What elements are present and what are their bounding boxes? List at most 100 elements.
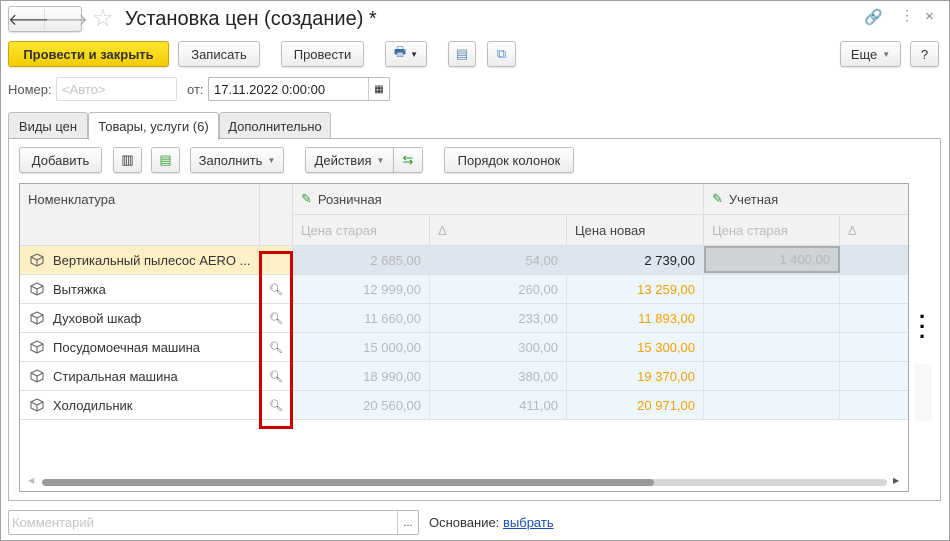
- basis-select-link[interactable]: выбрать: [503, 515, 554, 530]
- acc-old-price-cell[interactable]: 1 400,00: [704, 246, 840, 273]
- tab-additional[interactable]: Дополнительно: [219, 112, 331, 139]
- chevron-down-icon: ▼: [376, 155, 385, 165]
- more-button[interactable]: Еще ▼: [840, 41, 901, 67]
- printer-icon: 🖶: [393, 44, 407, 59]
- table-row[interactable]: Холодильник 🔍︎ 20 560,00 411,00 20 971,00: [20, 391, 908, 420]
- back-button[interactable]: 🡐: [8, 8, 51, 30]
- nomenclature-name: Холодильник: [53, 397, 133, 413]
- new-price-cell[interactable]: 15 300,00: [567, 333, 704, 361]
- link-icon[interactable]: 🔗: [864, 8, 883, 26]
- print-button[interactable]: 🖶 ▼: [385, 41, 427, 67]
- structure-button[interactable]: ⧉: [487, 41, 516, 67]
- nomenclature-cell[interactable]: Духовой шкаф: [20, 304, 260, 332]
- post-button[interactable]: Провести: [281, 41, 364, 67]
- new-price-cell[interactable]: 13 259,00: [567, 275, 704, 303]
- nomenclature-cell[interactable]: Вертикальный пылесос AERO ...: [20, 246, 260, 274]
- chevron-down-icon: ▼: [410, 49, 419, 59]
- acc-delta-cell[interactable]: [840, 275, 908, 303]
- old-price-cell[interactable]: 15 000,00: [293, 333, 430, 361]
- table-row[interactable]: Духовой шкаф 🔍︎ 11 660,00 233,00 11 893,00: [20, 304, 908, 333]
- pick-button[interactable]: ▤: [151, 147, 180, 173]
- tab-price-types[interactable]: Виды цен: [8, 112, 88, 139]
- favorite-star-icon[interactable]: ☆: [92, 4, 114, 33]
- post-and-close-button[interactable]: Провести и закрыть: [8, 41, 169, 67]
- new-price-cell[interactable]: 19 370,00: [567, 362, 704, 390]
- acc-old-price-cell[interactable]: [704, 333, 840, 361]
- list-button[interactable]: ▤: [448, 41, 476, 67]
- table-row[interactable]: Посудомоечная машина 🔍︎ 15 000,00 300,00 15 …: [20, 333, 908, 362]
- actions-button[interactable]: Действия ▼: [305, 147, 394, 173]
- help-button[interactable]: ?: [910, 41, 939, 67]
- old-price-cell[interactable]: 11 660,00: [293, 304, 430, 332]
- new-price-cell[interactable]: 2 739,00: [567, 246, 704, 274]
- comment-placeholder: Комментарий: [12, 515, 94, 530]
- column-header-acc-old-price[interactable]: Цена старая: [704, 215, 840, 246]
- more-vertical-icon[interactable]: · · ·: [919, 306, 926, 348]
- close-icon[interactable]: ×: [925, 8, 934, 25]
- column-header-acc-delta[interactable]: Δ: [840, 215, 908, 246]
- fill-button[interactable]: Заполнить ▼: [190, 147, 284, 173]
- forward-button[interactable]: 🡒: [45, 9, 88, 30]
- nomenclature-cell[interactable]: Посудомоечная машина: [20, 333, 260, 361]
- more-label: Еще: [850, 46, 878, 62]
- number-field[interactable]: <Авто>: [56, 77, 177, 101]
- comment-edit-button[interactable]: ...: [397, 511, 418, 534]
- more-vertical-icon[interactable]: ⋮: [900, 7, 914, 24]
- acc-delta-cell[interactable]: [840, 246, 908, 274]
- table-row[interactable]: Стиральная машина 🔍︎ 18 990,00 380,00 19 370…: [20, 362, 908, 391]
- new-price-cell[interactable]: 11 893,00: [567, 304, 704, 332]
- delta-cell[interactable]: 233,00: [430, 304, 567, 332]
- column-group-retail[interactable]: ✎ Розничная: [293, 184, 704, 215]
- old-price-cell[interactable]: 12 999,00: [293, 275, 430, 303]
- table-row[interactable]: Вытяжка 🔍︎ 12 999,00 260,00 13 259,00: [20, 275, 908, 304]
- scrollbar-thumb[interactable]: [42, 479, 654, 486]
- save-button[interactable]: Записать: [178, 41, 260, 67]
- delta-cell[interactable]: 411,00: [430, 391, 567, 419]
- comment-field[interactable]: Комментарий ...: [8, 510, 419, 535]
- update-prices-button[interactable]: ⇆: [393, 147, 423, 173]
- new-price-cell[interactable]: 20 971,00: [567, 391, 704, 419]
- nomenclature-cell[interactable]: Холодильник: [20, 391, 260, 419]
- refresh-document-icon: ⇆: [402, 152, 414, 167]
- delta-cell[interactable]: 260,00: [430, 275, 567, 303]
- scroll-left-icon[interactable]: ◀: [28, 476, 34, 485]
- scroll-right-icon[interactable]: ▶: [893, 476, 899, 485]
- add-button[interactable]: Добавить: [19, 147, 102, 173]
- barcode-search-button[interactable]: ▥: [113, 147, 142, 173]
- acc-delta-cell[interactable]: [840, 362, 908, 390]
- selection-highlight: [259, 251, 293, 429]
- old-price-cell[interactable]: 20 560,00: [293, 391, 430, 419]
- column-order-button[interactable]: Порядок колонок: [444, 147, 574, 173]
- delta-cell[interactable]: 300,00: [430, 333, 567, 361]
- acc-old-price-cell[interactable]: [704, 304, 840, 332]
- vertical-scroll-track[interactable]: [915, 364, 932, 421]
- acc-delta-cell[interactable]: [840, 304, 908, 332]
- horizontal-scrollbar[interactable]: [42, 479, 887, 486]
- nomenclature-name: Вертикальный пылесос AERO ...: [53, 252, 251, 268]
- delta-cell[interactable]: 54,00: [430, 246, 567, 274]
- acc-old-price-cell[interactable]: [704, 275, 840, 303]
- column-header-nomenclature[interactable]: Номенклатура: [20, 184, 260, 246]
- column-header-new-price[interactable]: Цена новая: [567, 215, 704, 246]
- acc-old-price-cell[interactable]: [704, 391, 840, 419]
- old-price-cell[interactable]: 2 685,00: [293, 246, 430, 274]
- nomenclature-cell[interactable]: Вытяжка: [20, 275, 260, 303]
- date-field[interactable]: 17.11.2022 0:00:00 ▦: [208, 77, 390, 101]
- column-header-old-price[interactable]: Цена старая: [293, 215, 430, 246]
- acc-old-price-cell[interactable]: [704, 362, 840, 390]
- product-box-icon: [30, 282, 44, 296]
- column-group-accounting[interactable]: ✎ Учетная: [704, 184, 908, 215]
- column-header-delta[interactable]: Δ: [430, 215, 567, 246]
- table-row[interactable]: Вертикальный пылесос AERO ... 2 685,00 54,…: [20, 246, 908, 275]
- actions-label: Действия: [314, 152, 372, 168]
- fill-label: Заполнить: [198, 152, 263, 168]
- acc-delta-cell[interactable]: [840, 333, 908, 361]
- calendar-icon[interactable]: ▦: [368, 78, 389, 100]
- nomenclature-cell[interactable]: Стиральная машина: [20, 362, 260, 390]
- delta-cell[interactable]: 380,00: [430, 362, 567, 390]
- date-label: от:: [187, 82, 204, 97]
- acc-delta-cell[interactable]: [840, 391, 908, 419]
- tab-goods-services[interactable]: Товары, услуги (6): [88, 112, 219, 140]
- old-price-cell[interactable]: 18 990,00: [293, 362, 430, 390]
- product-box-icon: [30, 253, 44, 267]
